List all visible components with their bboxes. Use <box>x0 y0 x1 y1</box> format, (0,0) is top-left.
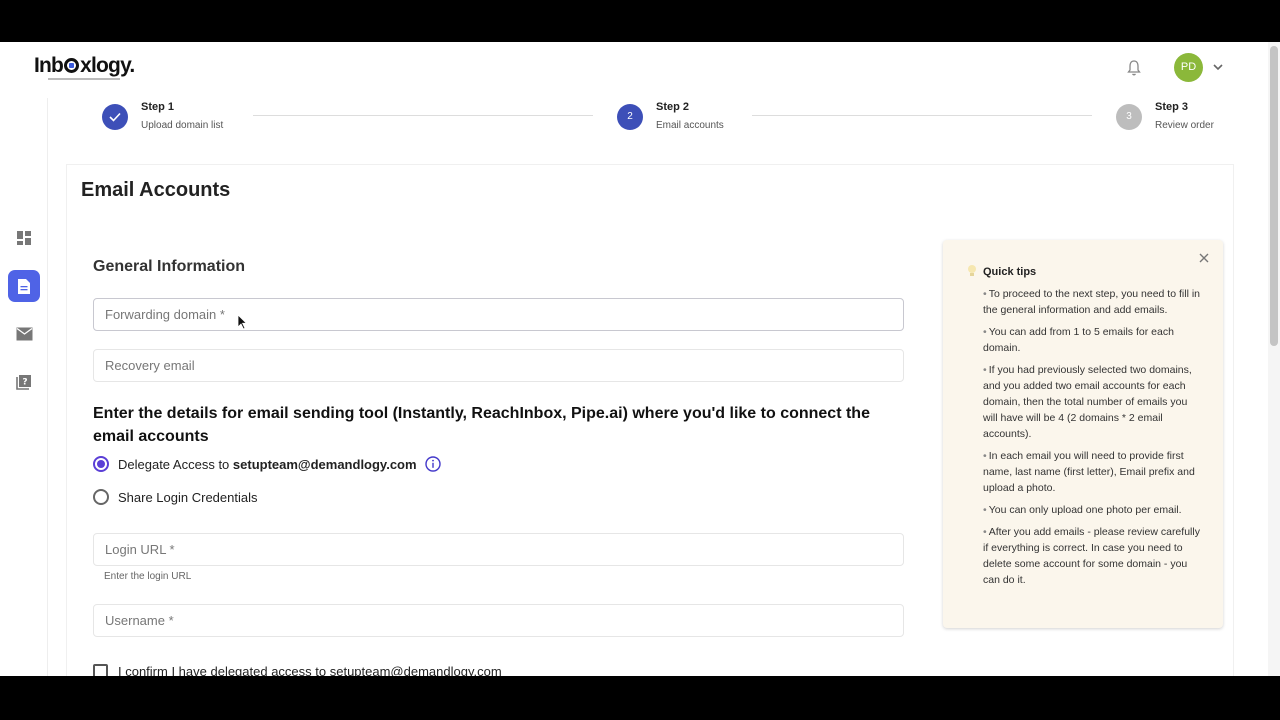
sending-tool-heading: Enter the details for email sending tool… <box>93 405 870 445</box>
quick-tips-list: To proceed to the next step, you need to… <box>983 286 1201 594</box>
sidebar-item-mail[interactable] <box>8 318 40 350</box>
avatar[interactable]: PD <box>1174 53 1203 82</box>
check-icon <box>109 112 121 122</box>
tip-item: In each email you will need to provide f… <box>983 448 1201 496</box>
sidebar: ? <box>0 98 48 676</box>
radio-button[interactable] <box>93 489 109 505</box>
sidebar-item-dashboard[interactable] <box>8 222 40 254</box>
step-3-circle: 3 <box>1116 104 1142 130</box>
close-icon[interactable] <box>1198 252 1210 264</box>
radio-share-credentials[interactable]: Share Login Credentials <box>93 489 257 505</box>
login-url-input[interactable]: Login URL * <box>93 533 904 566</box>
tip-item: After you add emails - please review car… <box>983 524 1201 588</box>
step-1-subtitle: Upload domain list <box>141 120 224 131</box>
lightbulb-icon <box>968 265 976 276</box>
section-title: General Information <box>93 258 246 275</box>
app-viewport: Inb xlogy. PD ? Step 1 Upload domain lis… <box>0 42 1280 676</box>
mail-icon <box>16 327 32 341</box>
document-icon <box>18 278 30 294</box>
tip-item: If you had previously selected two domai… <box>983 362 1201 442</box>
page-scrollbar[interactable] <box>1268 42 1280 676</box>
radio-share-label: Share Login Credentials <box>118 489 258 505</box>
recovery-email-input[interactable]: Recovery email <box>93 349 904 382</box>
delegate-email: setupteam@demandlogy.com <box>232 456 417 472</box>
username-input[interactable]: Username * <box>93 604 904 637</box>
bell-icon[interactable] <box>1126 59 1142 77</box>
dashboard-icon <box>17 231 31 245</box>
tip-item: You can add from 1 to 5 emails for each … <box>983 324 1201 356</box>
scrollbar-thumb[interactable] <box>1270 46 1278 346</box>
radio-delegate-label: Delegate Access to <box>118 456 233 472</box>
step-connector <box>752 115 1092 116</box>
step-2-title: Step 2 <box>656 101 690 113</box>
radio-button[interactable] <box>93 456 109 472</box>
step-1-title: Step 1 <box>141 101 175 113</box>
login-url-helper: Enter the login URL <box>104 571 192 582</box>
chevron-down-icon[interactable] <box>1212 61 1224 73</box>
confirm-checkbox-row[interactable]: I confirm I have delegated access to set… <box>93 664 502 676</box>
step-connector <box>253 115 593 116</box>
svg-text:?: ? <box>22 378 27 388</box>
tip-item: To proceed to the next step, you need to… <box>983 286 1201 318</box>
step-2-subtitle: Email accounts <box>656 120 724 131</box>
quick-tips-panel: Quick tips To proceed to the next step, … <box>943 240 1223 628</box>
radio-delegate-access[interactable]: Delegate Access to setupteam@demandlogy.… <box>93 456 441 472</box>
sidebar-item-orders[interactable] <box>8 270 40 302</box>
step-1-circle <box>102 104 128 130</box>
quick-tips-title: Quick tips <box>983 266 1037 278</box>
confirm-label: I confirm I have delegated access to set… <box>118 664 502 676</box>
logo-tagline <box>48 78 120 80</box>
step-3-title: Step 3 <box>1155 101 1189 113</box>
help-icon: ? <box>16 375 31 390</box>
mouse-cursor-icon <box>237 314 247 330</box>
tip-item: You can only upload one photo per email. <box>983 502 1201 518</box>
step-3-subtitle: Review order <box>1155 120 1214 131</box>
page-title: Email Accounts <box>81 179 231 201</box>
confirm-checkbox[interactable] <box>93 664 108 676</box>
logo-mark-icon <box>64 58 80 73</box>
sidebar-item-help[interactable]: ? <box>8 366 40 398</box>
info-icon[interactable] <box>424 456 441 472</box>
logo[interactable]: Inb xlogy. <box>34 54 135 78</box>
forwarding-domain-input[interactable]: Forwarding domain * <box>93 298 904 331</box>
step-2-circle: 2 <box>617 104 643 130</box>
